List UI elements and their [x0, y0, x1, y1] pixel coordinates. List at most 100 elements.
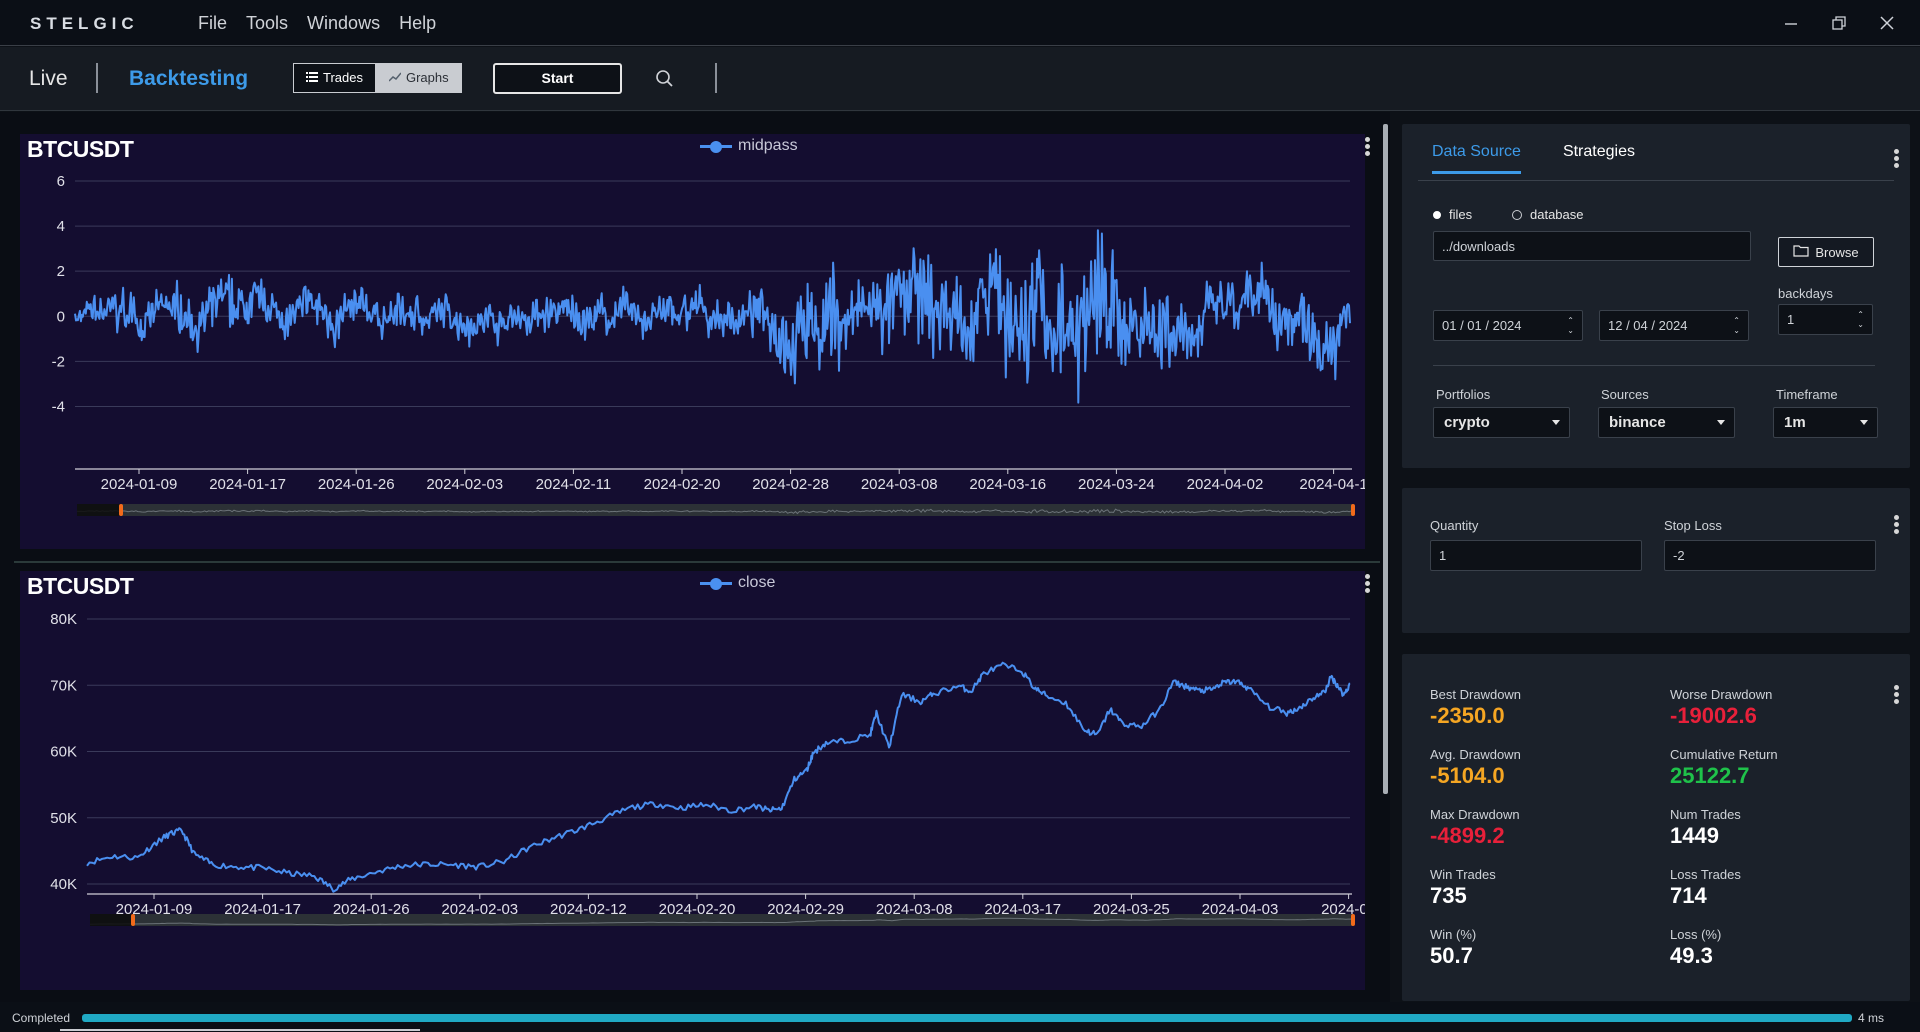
backdays-label: backdays — [1778, 286, 1833, 301]
midpass-chart[interactable]: 6 4 2 0 -2 -4 2024-01-09 2024-01-17 2024-01-26 20… — [20, 134, 1365, 549]
menu-tools[interactable]: Tools — [246, 13, 288, 34]
portfolios-select[interactable]: crypto — [1433, 407, 1570, 438]
elapsed-time: 4 ms — [1858, 1011, 1885, 1025]
radio-label: files — [1449, 207, 1473, 222]
trades-button[interactable]: Trades — [293, 63, 376, 93]
panel-menu-icon[interactable] — [1892, 514, 1900, 536]
radio-label: database — [1530, 207, 1584, 222]
y-tick-label: -4 — [52, 398, 65, 415]
stat-item: Loss Trades 714 — [1670, 867, 1741, 909]
stat-item: Cumulative Return 25122.7 — [1670, 747, 1778, 789]
date-spinner-icon[interactable]: ⌃ ⌄ — [1567, 316, 1574, 336]
restore-icon[interactable] — [1824, 10, 1854, 40]
radio-files[interactable]: files — [1433, 207, 1472, 222]
stat-value: -2350.0 — [1430, 703, 1505, 728]
graphs-button[interactable]: Graphs — [375, 63, 462, 93]
number-spinner-icon[interactable]: ⌃ ⌄ — [1857, 310, 1864, 330]
stat-item: Win Trades 735 — [1430, 867, 1496, 909]
divider — [1433, 365, 1875, 366]
vertical-scrollbar[interactable] — [1383, 124, 1388, 794]
sources-value: binance — [1609, 414, 1666, 431]
chart-panel-close: BTCUSDT close 80K 70K 60K 50K 40K 2024-01-09 2… — [20, 571, 1370, 990]
stat-label: Best Drawdown — [1430, 687, 1522, 702]
navigator-mask — [77, 504, 121, 516]
stoploss-label: Stop Loss — [1664, 518, 1722, 533]
tab-data-source[interactable]: Data Source — [1432, 143, 1521, 174]
charts-area: BTCUSDT midpass 6 4 2 0 -2 -4 2024-01-09 2024-0… — [0, 112, 1390, 1002]
tab-underline — [1418, 180, 1894, 181]
toolbar: Live Backtesting Trades Graphs Start — [0, 47, 1920, 111]
x-tick-label: 2024-04-02 — [1187, 476, 1264, 493]
backdays-input[interactable]: 1 ⌃ ⌄ — [1778, 304, 1873, 335]
stat-value: 50.7 — [1430, 943, 1473, 968]
x-tick-label: 2024-02-28 — [752, 476, 829, 493]
search-icon[interactable] — [655, 69, 675, 89]
quantity-input[interactable]: 1 — [1430, 540, 1642, 571]
y-tick-label: 6 — [57, 173, 65, 190]
menu-help[interactable]: Help — [399, 13, 436, 34]
end-date-input[interactable]: 12 / 04 / 2024 ⌃ ⌄ — [1599, 310, 1749, 341]
stat-value: 1449 — [1670, 823, 1719, 848]
panel-menu-icon[interactable] — [1892, 684, 1900, 706]
stat-label: Worse Drawdown — [1670, 687, 1773, 702]
stat-value: 49.3 — [1670, 943, 1713, 968]
chart-panel-midpass: BTCUSDT midpass 6 4 2 0 -2 -4 2024-01-09 2024-0… — [20, 134, 1370, 549]
timeframe-select[interactable]: 1m — [1773, 407, 1878, 438]
date-spinner-icon[interactable]: ⌃ ⌄ — [1733, 316, 1740, 336]
menu-windows[interactable]: Windows — [307, 13, 380, 34]
close-icon[interactable] — [1872, 10, 1902, 40]
series-line — [86, 661, 1351, 893]
navigator-mask — [90, 914, 133, 926]
panel-tabs: Data Source Strategies — [1432, 143, 1635, 174]
start-button[interactable]: Start — [493, 63, 622, 94]
range-handle-right[interactable] — [1351, 504, 1355, 516]
stat-value: 25122.7 — [1670, 763, 1750, 788]
y-tick-label: 70K — [50, 677, 77, 694]
view-toggle: Trades Graphs — [293, 63, 462, 93]
start-date-input[interactable]: 01 / 01 / 2024 ⌃ ⌄ — [1433, 310, 1583, 341]
stat-item: Max Drawdown -4899.2 — [1430, 807, 1520, 849]
x-tick-label: 2024-02-20 — [644, 476, 721, 493]
chevron-down-icon — [1717, 420, 1725, 425]
stat-label: Win (%) — [1430, 927, 1477, 942]
portfolios-value: crypto — [1444, 414, 1490, 431]
close-chart[interactable]: 80K70K60K50K40K2024-01-09 2024-01-17 2024-… — [20, 571, 1365, 990]
sources-select[interactable]: binance — [1598, 407, 1735, 438]
chart-icon — [388, 64, 402, 92]
radio-dot — [1512, 209, 1522, 220]
panel-menu-icon[interactable] — [1892, 148, 1900, 170]
y-tick-label: 2 — [57, 263, 65, 280]
stat-value: -4899.2 — [1430, 823, 1505, 848]
path-input[interactable]: ../downloads — [1433, 231, 1751, 261]
stat-label: Loss (%) — [1670, 927, 1722, 942]
browse-button[interactable]: Browse — [1778, 237, 1874, 267]
range-handle-left[interactable] — [119, 504, 123, 516]
x-tick-label: 2024-03-08 — [861, 476, 938, 493]
y-tick-label: 80K — [50, 611, 77, 628]
y-tick-label: 0 — [57, 308, 65, 325]
tab-backtesting[interactable]: Backtesting — [129, 67, 248, 91]
minimize-icon[interactable] — [1776, 10, 1806, 40]
y-tick-label: -2 — [52, 353, 65, 370]
tab-live[interactable]: Live — [29, 67, 68, 91]
folder-icon — [1793, 244, 1809, 260]
sources-label: Sources — [1601, 387, 1649, 402]
stat-item: Worse Drawdown -19002.6 — [1670, 687, 1772, 729]
range-navigator — [77, 504, 1353, 516]
toolbar-divider — [96, 63, 98, 93]
tab-strategies[interactable]: Strategies — [1563, 143, 1635, 174]
strategy-params-panel: Quantity Stop Loss 1 -2 — [1402, 488, 1910, 633]
range-handle-right[interactable] — [1351, 914, 1355, 926]
y-tick-label: 40K — [50, 876, 77, 893]
graphs-label: Graphs — [405, 70, 449, 85]
stoploss-input[interactable]: -2 — [1664, 540, 1876, 571]
stat-value: -19002.6 — [1670, 703, 1757, 728]
x-tick-label: 2024-01-26 — [318, 476, 395, 493]
panel-splitter[interactable] — [14, 561, 1380, 563]
x-tick-label: 2024-01-09 — [101, 476, 178, 493]
start-date-value: 01 / 01 / 2024 — [1442, 318, 1522, 333]
timeframe-label: Timeframe — [1776, 387, 1838, 402]
range-handle-left[interactable] — [131, 914, 135, 926]
radio-database[interactable]: database — [1512, 207, 1584, 222]
menu-file[interactable]: File — [198, 13, 227, 34]
